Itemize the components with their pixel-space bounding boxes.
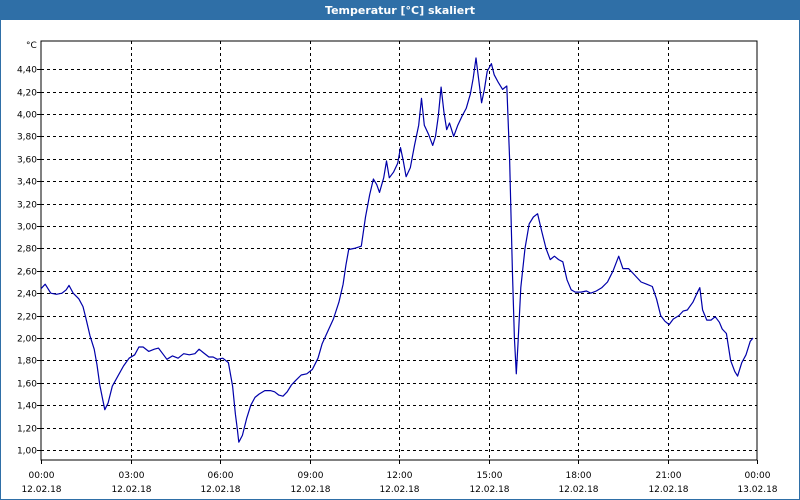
y-tick-label: 1,40 — [17, 402, 37, 412]
y-tick-label: 3,20 — [17, 201, 37, 211]
y-axis: °C 1,00 1,20 1,40 1,60 1,80 2,00 2,20 2,40 2,60 2… — [17, 41, 41, 457]
line-chart: °C 1,00 1,20 1,40 1,60 1,80 2,00 2,20 2,40 2,60 2… — [17, 40, 778, 495]
x-tick-time: 03:00 — [119, 471, 145, 481]
y-tick-label: 4,20 — [17, 89, 37, 99]
x-tick-time: 00:00 — [745, 471, 771, 481]
x-axis: 00:00 12.02.18 03:00 12.02.18 06:00 12.02.18 0… — [21, 460, 778, 495]
x-tick-time: 06:00 — [208, 471, 234, 481]
y-tick-label: 2,00 — [17, 335, 37, 345]
y-tick-label: 4,40 — [17, 66, 37, 76]
x-tick-date: 12.02.18 — [558, 485, 598, 495]
x-tick-date: 12.02.18 — [200, 485, 240, 495]
x-tick-time: 12:00 — [387, 471, 413, 481]
y-tick-label: 2,20 — [17, 313, 37, 323]
x-tick-time: 15:00 — [477, 471, 503, 481]
x-tick-time: 21:00 — [656, 471, 682, 481]
x-tick-date: 12.02.18 — [21, 485, 61, 495]
x-tick-date: 13.02.18 — [737, 485, 777, 495]
x-tick-time: 00:00 — [29, 471, 55, 481]
y-tick-label: 1,00 — [17, 447, 37, 457]
y-tick-label: 3,40 — [17, 178, 37, 188]
y-tick-label: 3,00 — [17, 223, 37, 233]
x-tick-date: 12.02.18 — [648, 485, 688, 495]
y-tick-label: 1,80 — [17, 357, 37, 367]
x-tick-date: 12.02.18 — [111, 485, 151, 495]
y-tick-label: 1,60 — [17, 380, 37, 390]
y-tick-label: 4,00 — [17, 111, 37, 121]
y-tick-label: 3,80 — [17, 133, 37, 143]
x-tick-time: 18:00 — [566, 471, 592, 481]
y-tick-label: 1,20 — [17, 425, 37, 435]
y-tick-label: 3,60 — [17, 156, 37, 166]
y-tick-label: 2,40 — [17, 290, 37, 300]
x-tick-time: 09:00 — [298, 471, 324, 481]
y-tick-label: 2,60 — [17, 268, 37, 278]
x-tick-date: 12.02.18 — [379, 485, 419, 495]
x-tick-date: 12.02.18 — [290, 485, 330, 495]
y-tick-label: 2,80 — [17, 245, 37, 255]
x-tick-date: 12.02.18 — [469, 485, 509, 495]
y-unit-label: °C — [26, 41, 37, 51]
